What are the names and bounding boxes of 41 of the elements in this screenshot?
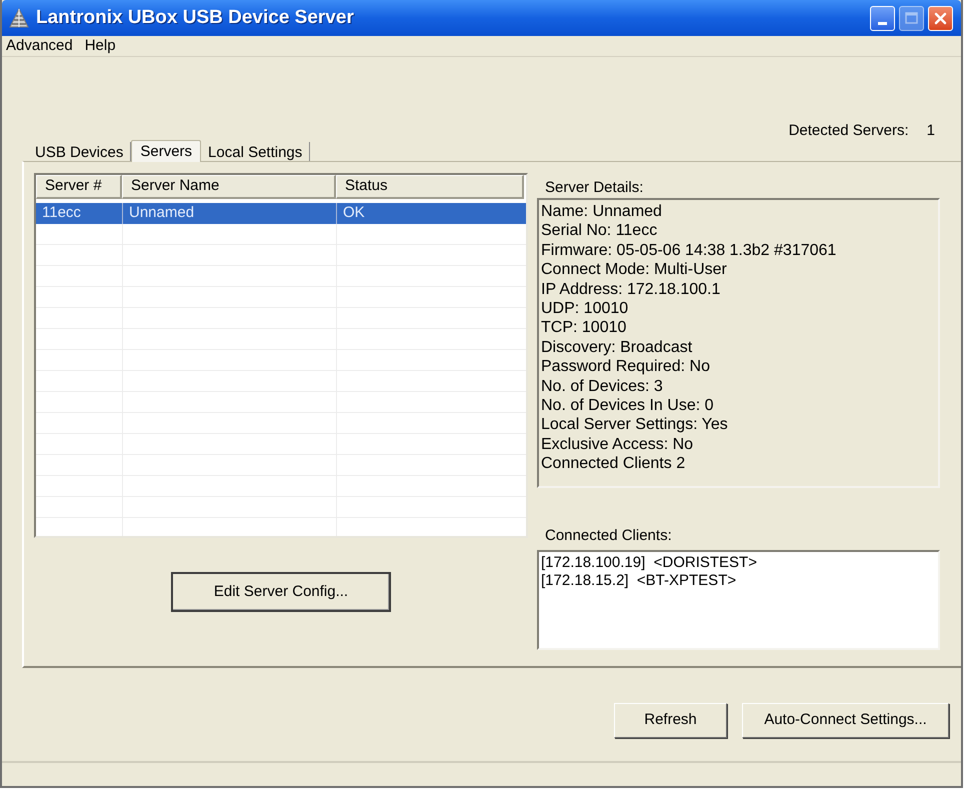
detail-line: Password Required: No bbox=[541, 357, 710, 377]
tower-icon bbox=[8, 8, 30, 28]
detail-line: No. of Devices In Use: 0 bbox=[541, 396, 714, 416]
push-button[interactable]: Edit Server Config... bbox=[171, 572, 391, 612]
detail-line: IP Address: 172.18.100.1 bbox=[541, 280, 720, 300]
detail-line: Connected Clients 2 bbox=[541, 454, 686, 474]
window-title: Lantronix UBox USB Device Server bbox=[36, 6, 354, 30]
detail-line: TCP: 10010 bbox=[541, 318, 626, 338]
maximize-icon bbox=[905, 12, 918, 24]
server-details-label: Server Details: bbox=[545, 178, 644, 198]
table-cell: OK bbox=[336, 203, 524, 224]
close-icon bbox=[934, 12, 947, 24]
detail-line: Name: Unnamed bbox=[541, 202, 662, 222]
detail-line: Local Server Settings: Yes bbox=[541, 415, 728, 435]
detail-line: No. of Devices: 3 bbox=[541, 376, 663, 396]
detail-line: Serial No: 11ecc bbox=[541, 221, 658, 241]
table-cell-text: 11ecc bbox=[41, 203, 82, 224]
client-entry[interactable]: [172.18.15.2] <BT-XPTEST> bbox=[541, 572, 736, 590]
minimize-icon bbox=[878, 22, 887, 24]
tab[interactable]: Local Settings bbox=[201, 142, 310, 161]
detail-line: Discovery: Broadcast bbox=[541, 338, 692, 358]
tab[interactable]: Servers bbox=[131, 140, 202, 162]
detail-line: Exclusive Access: No bbox=[541, 434, 694, 454]
detected-servers-count: 1 bbox=[926, 120, 935, 141]
menu-item[interactable]: Advanced bbox=[6, 34, 73, 58]
column-header[interactable]: Server # bbox=[36, 175, 122, 199]
client-entry[interactable]: [172.18.100.19] <DORISTEST> bbox=[541, 554, 757, 572]
push-button[interactable]: Auto-Connect Settings... bbox=[742, 703, 949, 738]
column-header[interactable]: Status bbox=[336, 175, 524, 199]
detected-servers-label: Detected Servers: bbox=[788, 120, 909, 141]
table-cell: Unnamed bbox=[122, 203, 336, 224]
column-header[interactable]: Server Name bbox=[122, 175, 336, 199]
minimize-button[interactable] bbox=[870, 6, 895, 30]
table-row[interactable]: 11ecc Unnamed OK bbox=[36, 203, 526, 224]
connected-clients-label: Connected Clients: bbox=[545, 526, 672, 546]
detail-line: UDP: 10010 bbox=[541, 299, 628, 318]
push-button[interactable]: Refresh bbox=[614, 703, 727, 738]
menu-item[interactable]: Help bbox=[84, 34, 116, 58]
close-button[interactable] bbox=[928, 6, 953, 30]
detail-line: Connect Mode: Multi-User bbox=[541, 260, 727, 280]
detail-line: Firmware: 05-05-06 14:38 1.3b2 #317061 bbox=[541, 240, 836, 260]
